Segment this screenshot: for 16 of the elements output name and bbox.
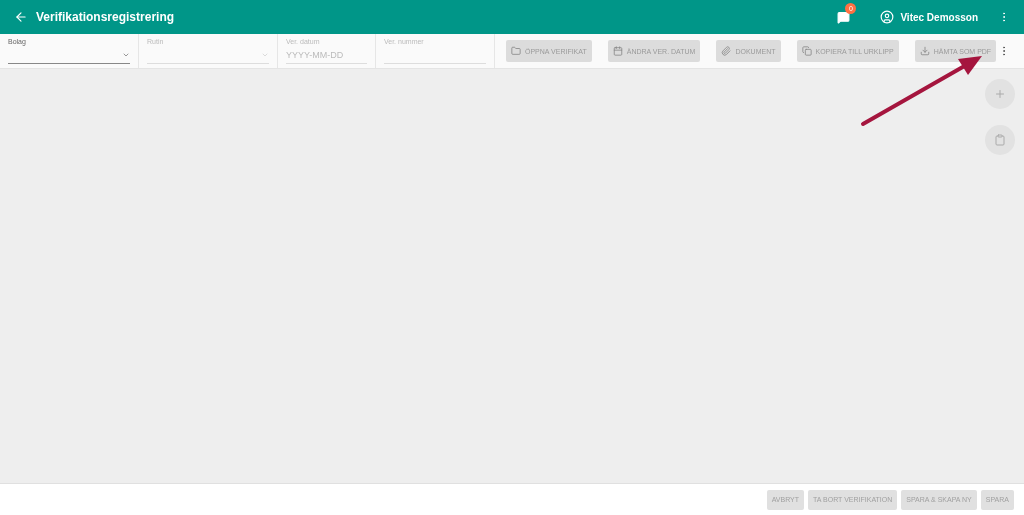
clipboard-icon	[994, 134, 1006, 146]
dropdown-caret-icon	[122, 51, 130, 59]
calendar-icon	[612, 46, 623, 56]
user-menu-button[interactable]: Vitec Demosson	[880, 10, 978, 24]
back-button[interactable]	[14, 10, 28, 24]
clipboard-button[interactable]	[985, 125, 1015, 155]
dropdown-caret-icon	[261, 51, 269, 59]
chat-icon	[837, 10, 851, 24]
page-title: Verifikationsregistrering	[36, 10, 176, 24]
paperclip-icon	[721, 46, 732, 56]
user-icon	[880, 10, 895, 24]
folder-icon	[511, 46, 521, 56]
copy-icon	[801, 46, 812, 56]
download-icon	[919, 46, 930, 56]
plus-icon	[994, 88, 1006, 100]
add-button[interactable]	[985, 79, 1015, 109]
